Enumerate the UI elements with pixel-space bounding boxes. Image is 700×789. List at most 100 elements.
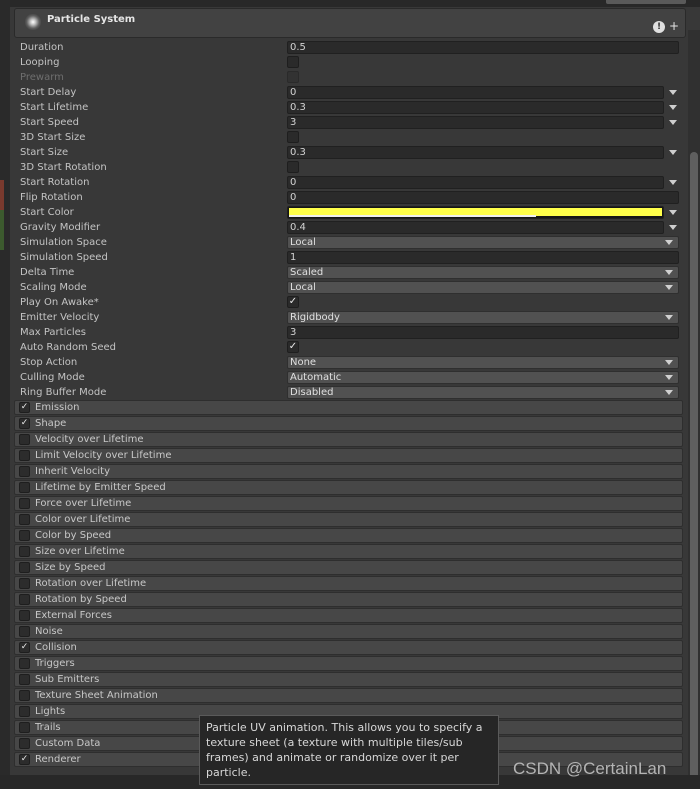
module-lights-toggle[interactable]	[19, 706, 30, 717]
gravity-modifier-mode-arrow-icon[interactable]	[669, 225, 677, 230]
module-renderer-toggle[interactable]: ✓	[19, 754, 30, 765]
start-size-field[interactable]: 0.3	[287, 146, 664, 159]
module-texture-sheet-animation[interactable]: Texture Sheet Animation	[14, 688, 683, 703]
scrollbar-thumb[interactable]	[690, 152, 698, 785]
module-size-by-speed-toggle[interactable]	[19, 562, 30, 573]
delta-time-dropdown[interactable]: Scaled	[287, 266, 679, 279]
module-size-by-speed[interactable]: Size by Speed	[14, 560, 683, 575]
start-color-mode-arrow-icon[interactable]	[669, 210, 677, 215]
play-on-awake-checkbox[interactable]: ✓	[287, 296, 299, 308]
vertical-scrollbar[interactable]	[688, 30, 700, 785]
start-lifetime-field[interactable]: 0.3	[287, 101, 664, 114]
particle-system-header[interactable]: Particle System ! +	[14, 8, 686, 38]
module-size-over-lifetime-toggle[interactable]	[19, 546, 30, 557]
module-size-over-lifetime[interactable]: Size over Lifetime	[14, 544, 683, 559]
module-texture-sheet-animation-toggle[interactable]	[19, 690, 30, 701]
stop-action-chevron-down-icon[interactable]	[665, 360, 673, 365]
module-rotation-by-speed[interactable]: Rotation by Speed	[14, 592, 683, 607]
start-rotation-mode-arrow-icon[interactable]	[669, 180, 677, 185]
property-label-start-lifetime: Start Lifetime	[20, 102, 89, 113]
simulation-space-chevron-down-icon[interactable]	[665, 240, 673, 245]
delta-time-chevron-down-icon[interactable]	[665, 270, 673, 275]
start-speed-field[interactable]: 3	[287, 116, 664, 129]
module-color-by-speed[interactable]: Color by Speed	[14, 528, 683, 543]
module-color-over-lifetime[interactable]: Color over Lifetime	[14, 512, 683, 527]
start-delay-mode-arrow-icon[interactable]	[669, 90, 677, 95]
alpha-bar	[289, 215, 536, 217]
simulation-speed-field[interactable]: 1	[287, 251, 679, 264]
module-rotation-over-lifetime[interactable]: Rotation over Lifetime	[14, 576, 683, 591]
checkmark-icon: ✓	[20, 642, 29, 652]
module-label: Texture Sheet Animation	[35, 690, 158, 701]
start-size-mode-arrow-icon[interactable]	[669, 150, 677, 155]
top-toolbar-button[interactable]	[606, 0, 686, 4]
component-title: Particle System	[47, 14, 136, 25]
module-velocity-over-lifetime[interactable]: Velocity over Lifetime	[14, 432, 683, 447]
duration-field[interactable]: 0.5	[287, 41, 679, 54]
property-label-delta-time: Delta Time	[20, 267, 75, 278]
property-label-simulation-space: Simulation Space	[20, 237, 107, 248]
start-lifetime-mode-arrow-icon[interactable]	[669, 105, 677, 110]
looping-checkbox[interactable]	[287, 56, 299, 68]
module-rotation-over-lifetime-toggle[interactable]	[19, 578, 30, 589]
property-row-start-color: Start Color	[20, 205, 680, 220]
flip-rotation-field[interactable]: 0	[287, 191, 679, 204]
module-sub-emitters-toggle[interactable]	[19, 674, 30, 685]
start-delay-field[interactable]: 0	[287, 86, 664, 99]
module-triggers-toggle[interactable]	[19, 658, 30, 669]
culling-mode-dropdown[interactable]: Automatic	[287, 371, 679, 384]
module-noise[interactable]: Noise	[14, 624, 683, 639]
3d-start-rotation-checkbox[interactable]	[287, 161, 299, 173]
gravity-modifier-field[interactable]: 0.4	[287, 221, 664, 234]
module-sub-emitters[interactable]: Sub Emitters	[14, 672, 683, 687]
ring-buffer-mode-dropdown[interactable]: Disabled	[287, 386, 679, 399]
module-color-by-speed-toggle[interactable]	[19, 530, 30, 541]
module-rotation-by-speed-toggle[interactable]	[19, 594, 30, 605]
property-row-play-on-awake: Play On Awake* ✓	[20, 295, 680, 310]
module-inherit-velocity-toggle[interactable]	[19, 466, 30, 477]
module-external-forces[interactable]: External Forces	[14, 608, 683, 623]
module-lifetime-by-emitter-speed-toggle[interactable]	[19, 482, 30, 493]
module-color-over-lifetime-toggle[interactable]	[19, 514, 30, 525]
help-icon[interactable]: !	[653, 21, 665, 33]
property-label-gravity-modifier: Gravity Modifier	[20, 222, 101, 233]
module-limit-velocity-over-lifetime-toggle[interactable]	[19, 450, 30, 461]
module-limit-velocity-over-lifetime[interactable]: Limit Velocity over Lifetime	[14, 448, 683, 463]
3d-start-size-checkbox[interactable]	[287, 131, 299, 143]
module-external-forces-toggle[interactable]	[19, 610, 30, 621]
emitter-velocity-chevron-down-icon[interactable]	[665, 315, 673, 320]
module-custom-data-toggle[interactable]	[19, 738, 30, 749]
module-shape-toggle[interactable]: ✓	[19, 418, 30, 429]
module-label: Rotation by Speed	[35, 594, 127, 605]
module-force-over-lifetime-toggle[interactable]	[19, 498, 30, 509]
property-row-3d-start-rotation: 3D Start Rotation	[20, 160, 680, 175]
start-color-field[interactable]	[287, 206, 664, 219]
max-particles-field[interactable]: 3	[287, 326, 679, 339]
start-rotation-field[interactable]: 0	[287, 176, 664, 189]
simulation-space-dropdown[interactable]: Local	[287, 236, 679, 249]
auto-random-seed-checkbox[interactable]: ✓	[287, 341, 299, 353]
scaling-mode-dropdown[interactable]: Local	[287, 281, 679, 294]
module-emission-toggle[interactable]: ✓	[19, 402, 30, 413]
module-force-over-lifetime[interactable]: Force over Lifetime	[14, 496, 683, 511]
add-icon[interactable]: +	[669, 20, 679, 32]
stop-action-dropdown[interactable]: None	[287, 356, 679, 369]
property-row-looping: Looping	[20, 55, 680, 70]
module-shape[interactable]: ✓ Shape	[14, 416, 683, 431]
start-speed-mode-arrow-icon[interactable]	[669, 120, 677, 125]
property-label-duration: Duration	[20, 42, 64, 53]
scaling-mode-chevron-down-icon[interactable]	[665, 285, 673, 290]
module-velocity-over-lifetime-toggle[interactable]	[19, 434, 30, 445]
module-emission[interactable]: ✓ Emission	[14, 400, 683, 415]
module-triggers[interactable]: Triggers	[14, 656, 683, 671]
module-inherit-velocity[interactable]: Inherit Velocity	[14, 464, 683, 479]
emitter-velocity-dropdown[interactable]: Rigidbody	[287, 311, 679, 324]
ring-buffer-mode-chevron-down-icon[interactable]	[665, 390, 673, 395]
module-label: Noise	[35, 626, 63, 637]
module-trails-toggle[interactable]	[19, 722, 30, 733]
culling-mode-chevron-down-icon[interactable]	[665, 375, 673, 380]
module-lifetime-by-emitter-speed[interactable]: Lifetime by Emitter Speed	[14, 480, 683, 495]
module-noise-toggle[interactable]	[19, 626, 30, 637]
module-collision[interactable]: ✓ Collision	[14, 640, 683, 655]
module-collision-toggle[interactable]: ✓	[19, 642, 30, 653]
